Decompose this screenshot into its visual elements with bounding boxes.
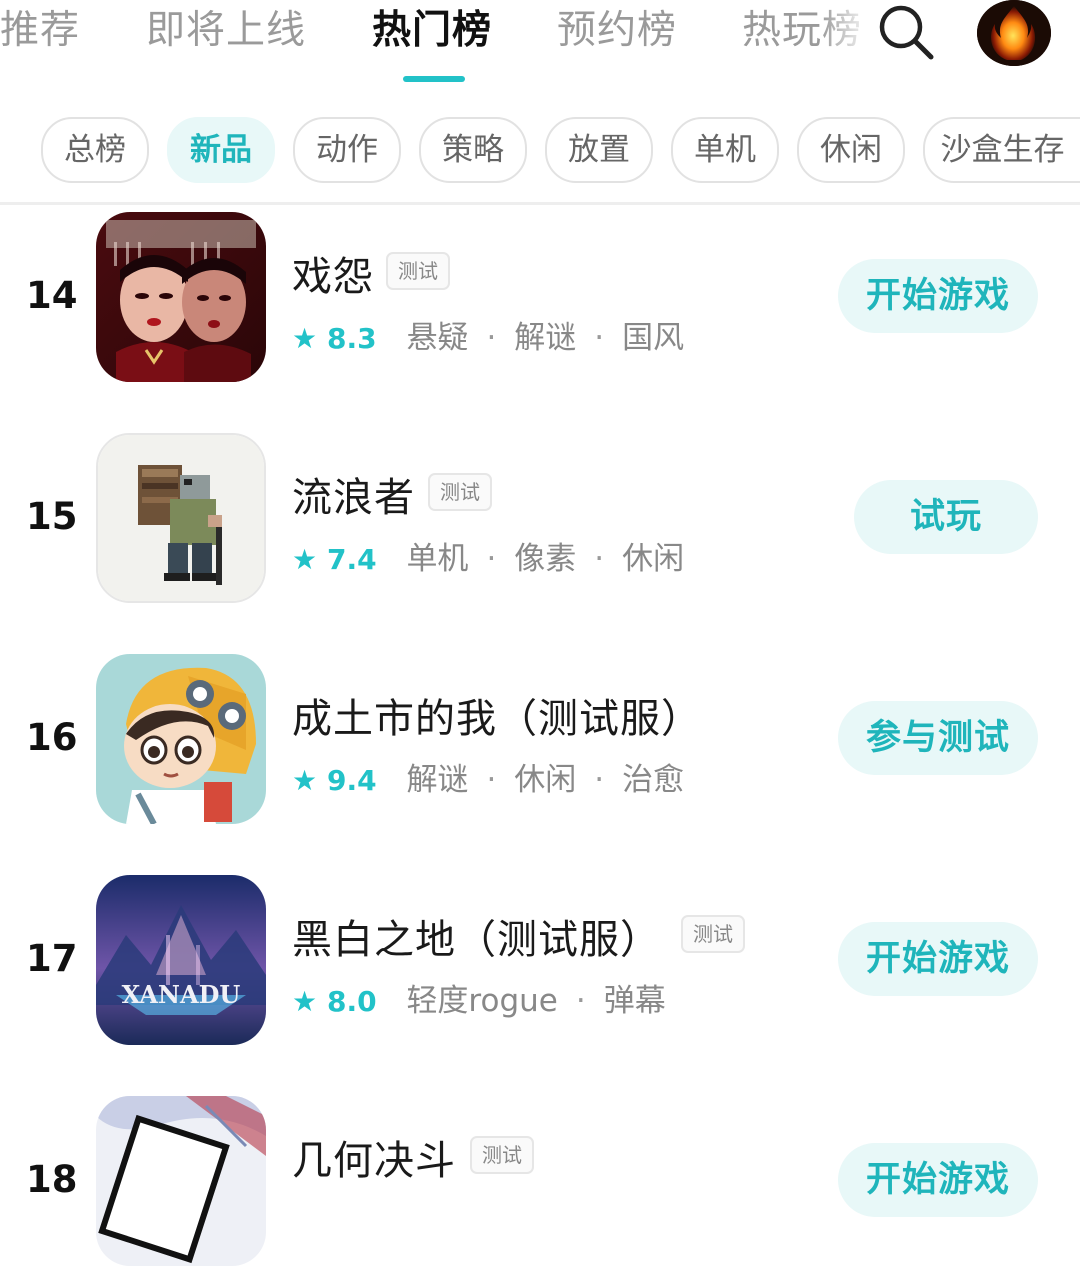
test-badge: 测试 (470, 1136, 534, 1174)
rating-value: 8.0 (326, 985, 377, 1018)
game-title: 黑白之地（测试服） (292, 917, 661, 963)
try-play-button[interactable]: 试玩 (854, 480, 1038, 554)
chip-casual[interactable]: 休闲 (797, 117, 905, 183)
tab-recommend[interactable]: 推荐 (0, 6, 80, 56)
separator-dot: · (594, 320, 605, 356)
game-row[interactable]: 17 XANADU 黑白之地（测试服） 测试 ★ 8.0 轻度rogue · 弹幕 … (0, 875, 1080, 1045)
chip-single-player[interactable]: 单机 (671, 117, 779, 183)
start-game-button[interactable]: 开始游戏 (838, 922, 1038, 996)
start-game-button[interactable]: 开始游戏 (838, 259, 1038, 333)
game-icon-chengtu-city[interactable] (96, 654, 266, 824)
search-icon (879, 5, 934, 60)
game-icon-geometry-duel[interactable] (96, 1096, 266, 1266)
test-badge: 测试 (681, 915, 745, 953)
rank-number: 14 (26, 274, 78, 317)
tab-hot-play-chart[interactable]: 热玩榜 (742, 6, 872, 56)
tag: 解谜 (406, 762, 469, 798)
star-icon: ★ (292, 985, 318, 1018)
game-title: 戏怨 (292, 254, 374, 300)
rank-number: 15 (26, 495, 78, 538)
rating-value: 8.3 (326, 322, 377, 355)
chip-sandbox-survival[interactable]: 沙盒生存 (923, 117, 1080, 183)
game-row[interactable]: 16 成土市的我（测试服） ★ 9.4 解谜 · 休闲 · 治愈 参与测试 (0, 654, 1080, 824)
game-row[interactable]: 18 几何决斗 测试 开始游戏 (0, 1096, 1080, 1266)
rating-value: 7.4 (326, 543, 377, 576)
game-title: 成土市的我（测试服） (292, 696, 702, 742)
tab-upcoming[interactable]: 即将上线 (146, 6, 306, 56)
tag: 休闲 (514, 762, 577, 798)
avatar[interactable] (977, 0, 1051, 66)
rank-number: 16 (26, 716, 78, 759)
game-icon-xiyuan[interactable] (96, 212, 266, 382)
game-meta: ★ 7.4 单机 · 像素 · 休闲 (292, 533, 684, 578)
game-title: 几何决斗 (292, 1138, 456, 1184)
join-test-button[interactable]: 参与测试 (838, 701, 1038, 775)
category-chip-bar: 总榜 新品 动作 策略 放置 单机 休闲 沙盒生存 (0, 117, 1080, 183)
test-badge: 测试 (386, 252, 450, 290)
tag: 轻度rogue (406, 983, 558, 1019)
chip-idle[interactable]: 放置 (545, 117, 653, 183)
separator-dot: · (594, 762, 605, 798)
game-meta: ★ 9.4 解谜 · 休闲 · 治愈 (292, 754, 684, 799)
separator-dot: · (575, 983, 586, 1019)
tag: 像素 (514, 541, 577, 577)
rank-number: 17 (26, 937, 78, 980)
game-title: 流浪者 (292, 475, 415, 521)
chip-strategy[interactable]: 策略 (419, 117, 527, 183)
chip-overall[interactable]: 总榜 (41, 117, 149, 183)
game-row[interactable]: 14 戏怨 测试 ★ 8.3 悬疑 · 解谜 · 国风 开始游戏 (0, 212, 1080, 382)
game-row[interactable]: 15 流浪者 测试 ★ 7.4 单机 · 像素 · 休闲 试玩 (0, 433, 1080, 603)
xanadu-logo-text: XANADU (122, 980, 241, 1009)
top-tab-bar: 推荐 即将上线 热门榜 预约榜 热玩榜 (0, 0, 1080, 92)
active-tab-indicator (403, 76, 465, 82)
game-icon-xanadu[interactable]: XANADU (96, 875, 266, 1045)
game-meta: ★ 8.0 轻度rogue · 弹幕 (292, 975, 666, 1020)
tag: 休闲 (622, 541, 685, 577)
start-game-button[interactable]: 开始游戏 (838, 1143, 1038, 1217)
tag: 解谜 (514, 320, 577, 356)
star-icon: ★ (292, 764, 318, 797)
tag: 国风 (622, 320, 685, 356)
rank-number: 18 (26, 1158, 78, 1201)
chip-action[interactable]: 动作 (293, 117, 401, 183)
game-icon-wanderer[interactable] (96, 433, 266, 603)
separator-dot: · (486, 541, 497, 577)
tag: 弹幕 (603, 983, 666, 1019)
star-icon: ★ (292, 322, 318, 355)
tag: 悬疑 (406, 320, 469, 356)
separator-dot: · (486, 762, 497, 798)
header-divider (0, 202, 1080, 205)
separator-dot: · (486, 320, 497, 356)
rating-value: 9.4 (326, 764, 377, 797)
tab-reserve-chart[interactable]: 预约榜 (557, 6, 677, 56)
game-meta: ★ 8.3 悬疑 · 解谜 · 国风 (292, 312, 684, 357)
chip-new[interactable]: 新品 (167, 117, 275, 183)
star-icon: ★ (292, 543, 318, 576)
tag: 单机 (406, 541, 469, 577)
separator-dot: · (594, 541, 605, 577)
tab-hot-chart[interactable]: 热门榜 (372, 6, 492, 56)
tag: 治愈 (622, 762, 685, 798)
test-badge: 测试 (428, 473, 492, 511)
search-button[interactable] (876, 2, 936, 62)
